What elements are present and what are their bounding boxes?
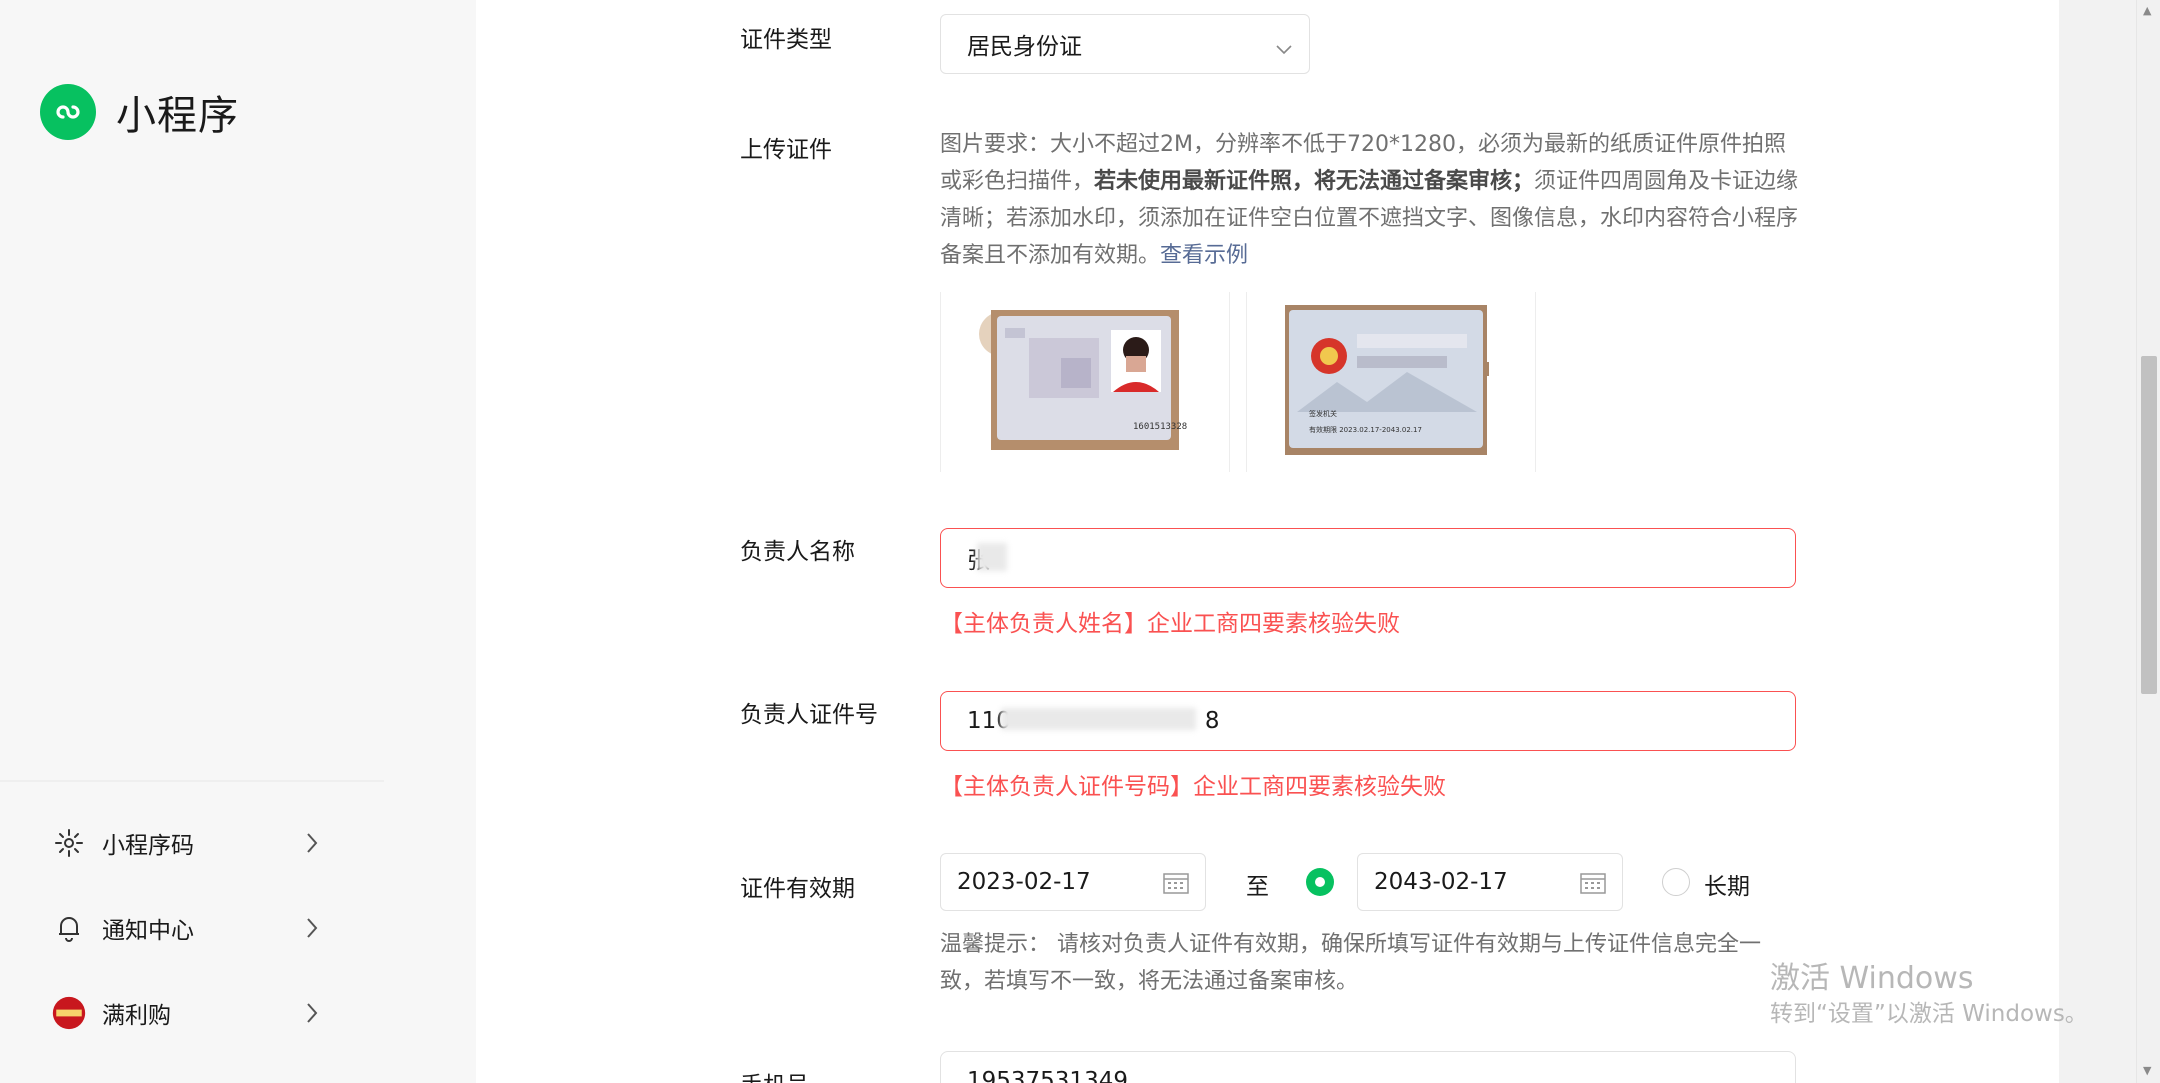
id-number-label: 负责人证件号 <box>740 702 878 728</box>
name-error: 【主体负责人姓名】企业工商四要素核验失败 <box>940 611 1400 637</box>
long-term-label: 长期 <box>1704 874 1750 900</box>
right-gutter <box>2059 0 2136 1083</box>
scroll-up-icon[interactable]: ▲ <box>2143 4 2151 17</box>
long-term-radio[interactable] <box>1662 868 1690 896</box>
sidebar-item-notifications[interactable]: 通知中心 <box>52 903 322 953</box>
id-card-front-image: 1601513328 <box>979 310 1187 450</box>
validity-end-date[interactable]: 2043-02-17 <box>1357 853 1623 911</box>
redacted-mask <box>1001 708 1196 730</box>
upload-requirements: 图片要求：大小不超过2M，分辨率不低于720*1280，必须为最新的纸质证件原件… <box>940 126 1800 274</box>
upload-card-back[interactable]: 签发机关 有效期限 2023.02.17-2043.02.17 <box>1246 292 1536 472</box>
scrollbar-thumb[interactable] <box>2141 356 2157 694</box>
validity-hint: 温馨提示： 请核对负责人证件有效期，确保所填写证件有效期与上传证件信息完全一致，… <box>940 932 1761 994</box>
scroll-down-icon[interactable]: ▼ <box>2143 1064 2151 1077</box>
id-card-front-number: 1601513328 <box>1133 422 1187 432</box>
calendar-icon <box>1580 872 1606 900</box>
cert-type-value: 居民身份证 <box>967 34 1082 60</box>
phone-input[interactable]: 19537531349 <box>940 1051 1796 1083</box>
chevron-down-icon <box>1275 37 1293 63</box>
id-number-value-end: 8 <box>1204 708 1220 734</box>
app-title: 小程序 <box>116 93 239 139</box>
fixed-term-radio[interactable] <box>1306 868 1334 896</box>
validity-label: 证件有效期 <box>740 876 855 902</box>
id-number-error: 【主体负责人证件号码】企业工商四要素核验失败 <box>940 774 1446 800</box>
chevron-right-icon <box>302 913 322 943</box>
sidebar-item-qrcode[interactable]: 小程序码 <box>52 818 322 868</box>
chevron-right-icon <box>302 998 322 1028</box>
sidebar-item-label: 通知中心 <box>102 918 194 944</box>
sidebar: 小程序 小程序码 通知中心 满利购 <box>0 0 476 1083</box>
cert-type-select[interactable]: 居民身份证 <box>940 14 1310 74</box>
windows-activation-subtitle: 转到“设置”以激活 Windows。 <box>1770 1001 2088 1027</box>
sidebar-item-label: 满利购 <box>102 1003 171 1029</box>
id-number-input[interactable]: 110 8 <box>940 691 1796 751</box>
view-example-link[interactable]: 查看示例 <box>1160 243 1248 268</box>
id-card-back-image: 签发机关 有效期限 2023.02.17-2043.02.17 <box>1285 305 1489 455</box>
validity-start-value: 2023-02-17 <box>957 869 1091 895</box>
sidebar-item-label: 小程序码 <box>102 833 194 859</box>
upload-label: 上传证件 <box>740 137 832 163</box>
id-card-back-issuer: 签发机关 <box>1309 409 1337 418</box>
calendar-icon <box>1163 872 1189 900</box>
phone-value: 19537531349 <box>967 1068 1128 1083</box>
date-range-separator: 至 <box>1246 874 1269 900</box>
sidebar-divider <box>0 780 384 782</box>
avatar <box>52 996 86 1030</box>
miniprogram-logo-icon <box>40 84 96 140</box>
name-label: 负责人名称 <box>740 539 855 565</box>
redacted-mask <box>977 543 1007 571</box>
scrollbar[interactable]: ▲ ▼ <box>2136 0 2160 1083</box>
id-card-back-validity: 有效期限 2023.02.17-2043.02.17 <box>1309 425 1422 434</box>
upload-desc-warning: 若未使用最新证件照，将无法通过备案审核； <box>1094 169 1535 194</box>
cert-type-label: 证件类型 <box>740 27 832 53</box>
windows-activation-title: 激活 Windows <box>1770 961 1974 996</box>
qrcode-icon <box>52 826 86 860</box>
form-panel: 证件类型 居民身份证 上传证件 图片要求：大小不超过2M，分辨率不低于720*1… <box>476 0 2059 1083</box>
validity-start-date[interactable]: 2023-02-17 <box>940 853 1206 911</box>
upload-card-front[interactable]: 1601513328 <box>940 292 1230 472</box>
sidebar-item-account[interactable]: 满利购 <box>52 988 322 1038</box>
phone-label: 手机号 <box>740 1066 809 1083</box>
name-input[interactable]: 张 <box>940 528 1796 588</box>
chevron-right-icon <box>302 828 322 858</box>
app-logo: 小程序 <box>40 83 239 141</box>
bell-icon <box>52 911 86 945</box>
validity-end-value: 2043-02-17 <box>1374 869 1508 895</box>
